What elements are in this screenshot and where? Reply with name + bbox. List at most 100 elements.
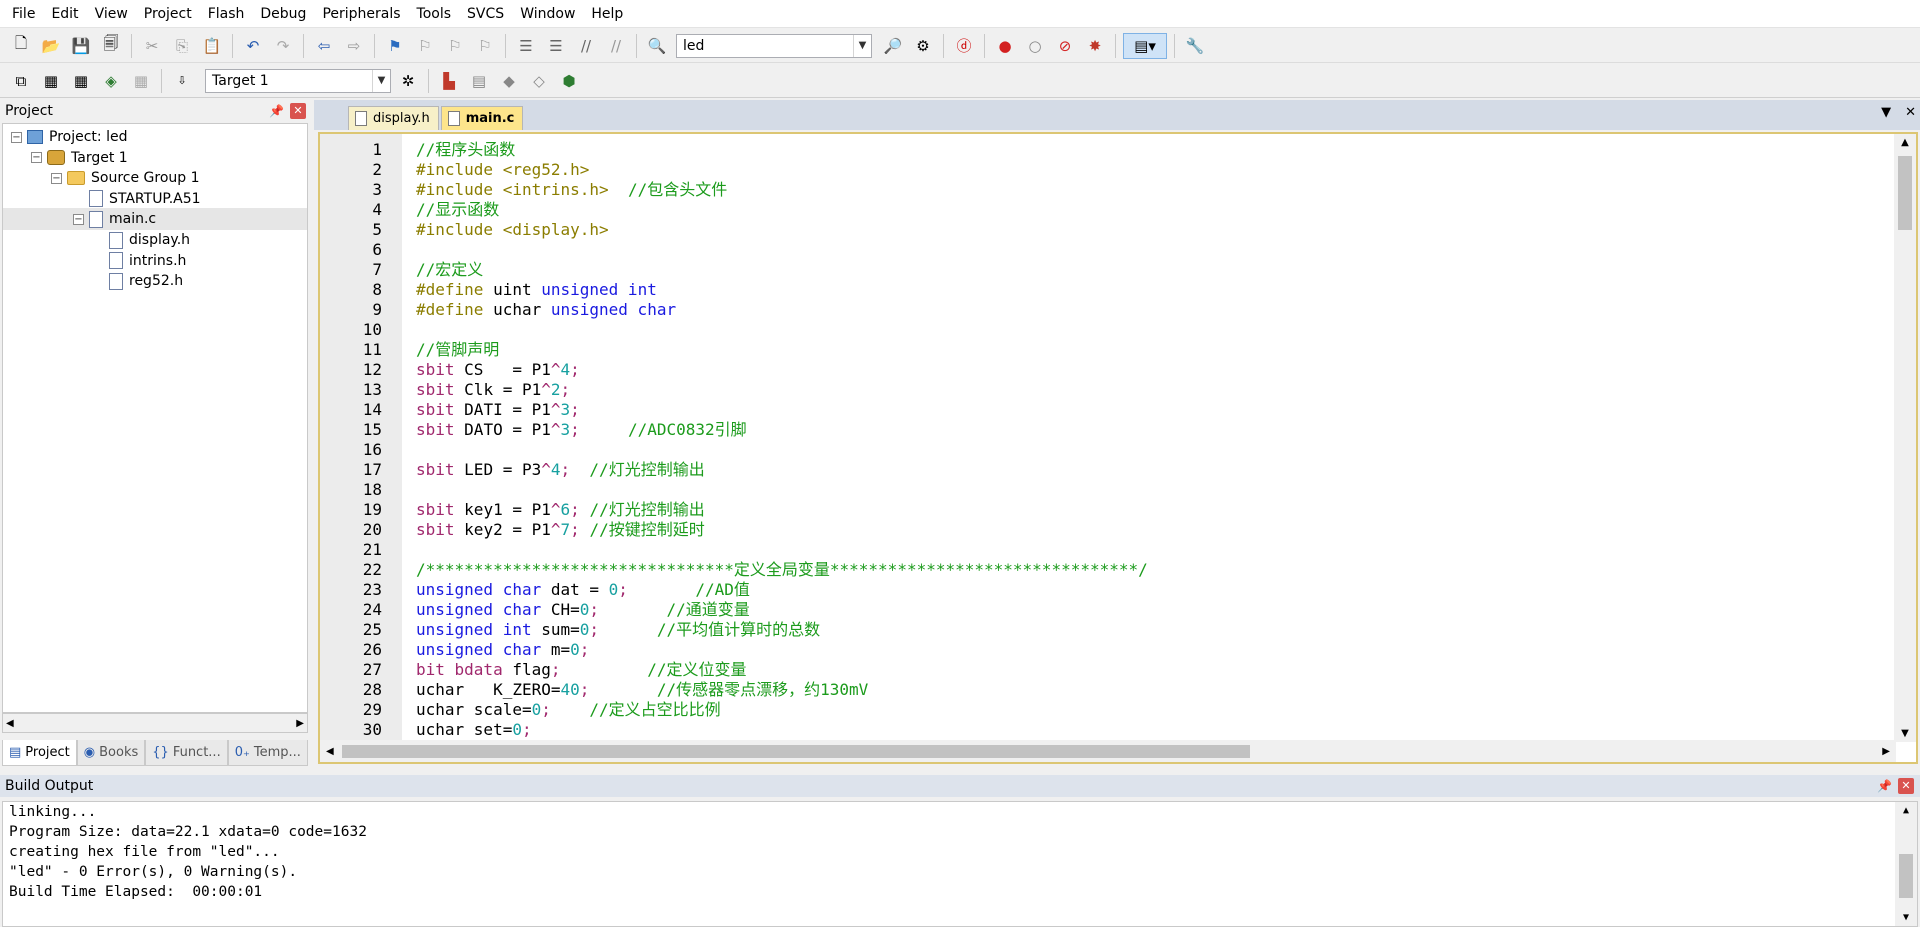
tab-list-dropdown-icon[interactable]: ▼ [1881, 105, 1891, 120]
nav-forward-icon[interactable]: ⇨ [341, 33, 367, 59]
tree-item-display-h[interactable]: display.h [3, 229, 307, 251]
scroll-left-icon[interactable]: ◀ [6, 718, 14, 729]
rebuild-icon[interactable]: ▦ [68, 68, 94, 94]
code-horizontal-scrollbar[interactable]: ◀ ▶ [320, 740, 1896, 762]
code-line[interactable]: 7 //宏定义 [320, 260, 1892, 280]
collapse-icon[interactable]: − [73, 213, 84, 225]
collapse-icon[interactable]: − [11, 131, 22, 143]
pack-installer-icon[interactable]: ◇ [526, 68, 552, 94]
menu-view[interactable]: View [87, 0, 136, 28]
redo-icon[interactable]: ↷ [270, 33, 296, 59]
scroll-thumb[interactable] [342, 745, 1250, 758]
clear-bookmarks-icon[interactable]: ⚐ [472, 33, 498, 59]
find-in-files-icon[interactable]: 🔍 [644, 33, 670, 59]
panel-tab-project[interactable]: ▤ Project [2, 740, 77, 766]
paste-icon[interactable]: 📋 [199, 33, 225, 59]
debug-session-icon[interactable]: ⓓ [951, 33, 977, 59]
pin-icon[interactable]: 📌 [1877, 779, 1892, 793]
batch-build-icon[interactable]: ◈ [98, 68, 124, 94]
menu-window[interactable]: Window [512, 0, 583, 28]
disable-all-breakpoints-icon[interactable]: ⊘ [1052, 33, 1078, 59]
code-line[interactable]: 13 sbit Clk = P1^2; [320, 380, 1892, 400]
scroll-thumb[interactable] [1898, 156, 1912, 230]
scroll-down-icon[interactable]: ▼ [1903, 912, 1909, 923]
code-line[interactable]: 28 uchar K_ZERO=40; //传感器零点漂移，约130mV [320, 680, 1892, 700]
code-line[interactable]: 2 #include <reg52.h> [320, 160, 1892, 180]
tab-main-c[interactable]: main.c [440, 106, 524, 130]
tree-item-intrins-h[interactable]: intrins.h [3, 250, 307, 272]
code-line[interactable]: 1 //程序头函数 [320, 140, 1892, 160]
code-line[interactable]: 15 sbit DATO = P1^3; //ADC0832引脚 [320, 420, 1892, 440]
scroll-thumb[interactable] [1899, 854, 1913, 898]
code-line[interactable]: 29 uchar scale=0; //定义占空比比例 [320, 700, 1892, 720]
menu-flash[interactable]: Flash [200, 0, 253, 28]
tree-item-startup-a51[interactable]: STARTUP.A51 [3, 188, 307, 210]
unindent-icon[interactable]: ☰ [543, 33, 569, 59]
tree-item-project-led[interactable]: − Project: led [3, 126, 307, 148]
code-line[interactable]: 12 sbit CS = P1^4; [320, 360, 1892, 380]
code-line[interactable]: 21 [320, 540, 1892, 560]
scroll-right-icon[interactable]: ▶ [296, 718, 304, 729]
scroll-up-icon[interactable]: ▲ [1903, 805, 1909, 816]
pin-icon[interactable]: 📌 [269, 104, 284, 118]
configure-icon[interactable]: 🔧 [1182, 33, 1208, 59]
comment-icon[interactable]: // [573, 33, 599, 59]
kill-all-breakpoints-icon[interactable]: ✸ [1082, 33, 1108, 59]
open-folder-icon[interactable]: 📂 [38, 33, 64, 59]
code-line[interactable]: 23 unsigned char dat = 0; //AD值 [320, 580, 1892, 600]
nav-back-icon[interactable]: ⇦ [311, 33, 337, 59]
code-line[interactable]: 27 bit bdata flag; //定义位变量 [320, 660, 1892, 680]
tree-item-target-1[interactable]: − Target 1 [3, 147, 307, 169]
tree-item-reg52-h[interactable]: reg52.h [3, 270, 307, 292]
code-view[interactable]: 1 //程序头函数 2 #include <reg52.h> 3 #include <in… [320, 140, 1892, 740]
code-line[interactable]: 16 [320, 440, 1892, 460]
code-editor[interactable]: 1 //程序头函数 2 #include <reg52.h> 3 #include <in… [318, 132, 1918, 764]
save-icon[interactable]: 💾 [68, 33, 94, 59]
close-icon[interactable]: ✕ [1898, 778, 1914, 794]
undo-icon[interactable]: ↶ [240, 33, 266, 59]
component-icon[interactable]: ⬢ [556, 68, 582, 94]
tree-item-source-group-1[interactable]: − Source Group 1 [3, 167, 307, 189]
menu-edit[interactable]: Edit [43, 0, 86, 28]
incremental-find-icon[interactable]: ⚙ [910, 33, 936, 59]
target-options-icon[interactable]: ✲ [395, 68, 421, 94]
code-line[interactable]: 11 //管脚声明 [320, 340, 1892, 360]
stop-build-icon[interactable]: ▦ [128, 68, 154, 94]
scroll-up-icon[interactable]: ▲ [1901, 137, 1909, 148]
translate-icon[interactable]: ⧉ [8, 68, 34, 94]
build-icon[interactable]: ▦ [38, 68, 64, 94]
copy-icon[interactable]: ⎘ [169, 33, 195, 59]
panel-tab-temp[interactable]: 0₊ Temp... [227, 740, 308, 766]
panel-tab-books[interactable]: ◉ Books [76, 740, 146, 766]
find-combo[interactable]: led ▼ [676, 33, 872, 58]
insert-breakpoint-icon[interactable]: ● [992, 33, 1018, 59]
build-output-text[interactable]: linking... Program Size: data=22.1 xdata=… [2, 801, 1918, 927]
scroll-left-icon[interactable]: ◀ [326, 746, 334, 757]
file-extensions-icon[interactable]: ▙ [436, 68, 462, 94]
code-line[interactable]: 9 #define uchar unsigned char [320, 300, 1892, 320]
tab-display-h[interactable]: display.h [348, 106, 439, 130]
new-file-icon[interactable]: 🗋 [8, 33, 34, 59]
collapse-icon[interactable]: − [51, 172, 62, 184]
menu-file[interactable]: File [4, 0, 43, 28]
scroll-down-icon[interactable]: ▼ [1901, 728, 1909, 739]
chevron-down-icon[interactable]: ▼ [372, 69, 390, 92]
menu-svcs[interactable]: SVCS [459, 0, 512, 28]
code-line[interactable]: 3 #include <intrins.h> //包含头文件 [320, 180, 1892, 200]
code-line[interactable]: 6 [320, 240, 1892, 260]
manage-run-time-icon[interactable]: ▤ [466, 68, 492, 94]
tree-horizontal-scrollbar[interactable]: ◀ ▶ [2, 713, 308, 733]
menu-project[interactable]: Project [136, 0, 200, 28]
code-line[interactable]: 26 unsigned char m=0; [320, 640, 1892, 660]
scroll-right-icon[interactable]: ▶ [1882, 746, 1890, 757]
code-line[interactable]: 18 [320, 480, 1892, 500]
code-line[interactable]: 8 #define uint unsigned int [320, 280, 1892, 300]
indent-icon[interactable]: ☰ [513, 33, 539, 59]
collapse-icon[interactable]: − [31, 152, 42, 164]
code-line[interactable]: 30 uchar set=0; [320, 720, 1892, 740]
code-line[interactable]: 24 unsigned char CH=0; //通道变量 [320, 600, 1892, 620]
close-icon[interactable]: ✕ [1905, 105, 1916, 120]
cut-icon[interactable]: ✂ [139, 33, 165, 59]
code-line[interactable]: 19 sbit key1 = P1^6; //灯光控制输出 [320, 500, 1892, 520]
tree-item-main-c[interactable]: − main.c [3, 208, 307, 231]
